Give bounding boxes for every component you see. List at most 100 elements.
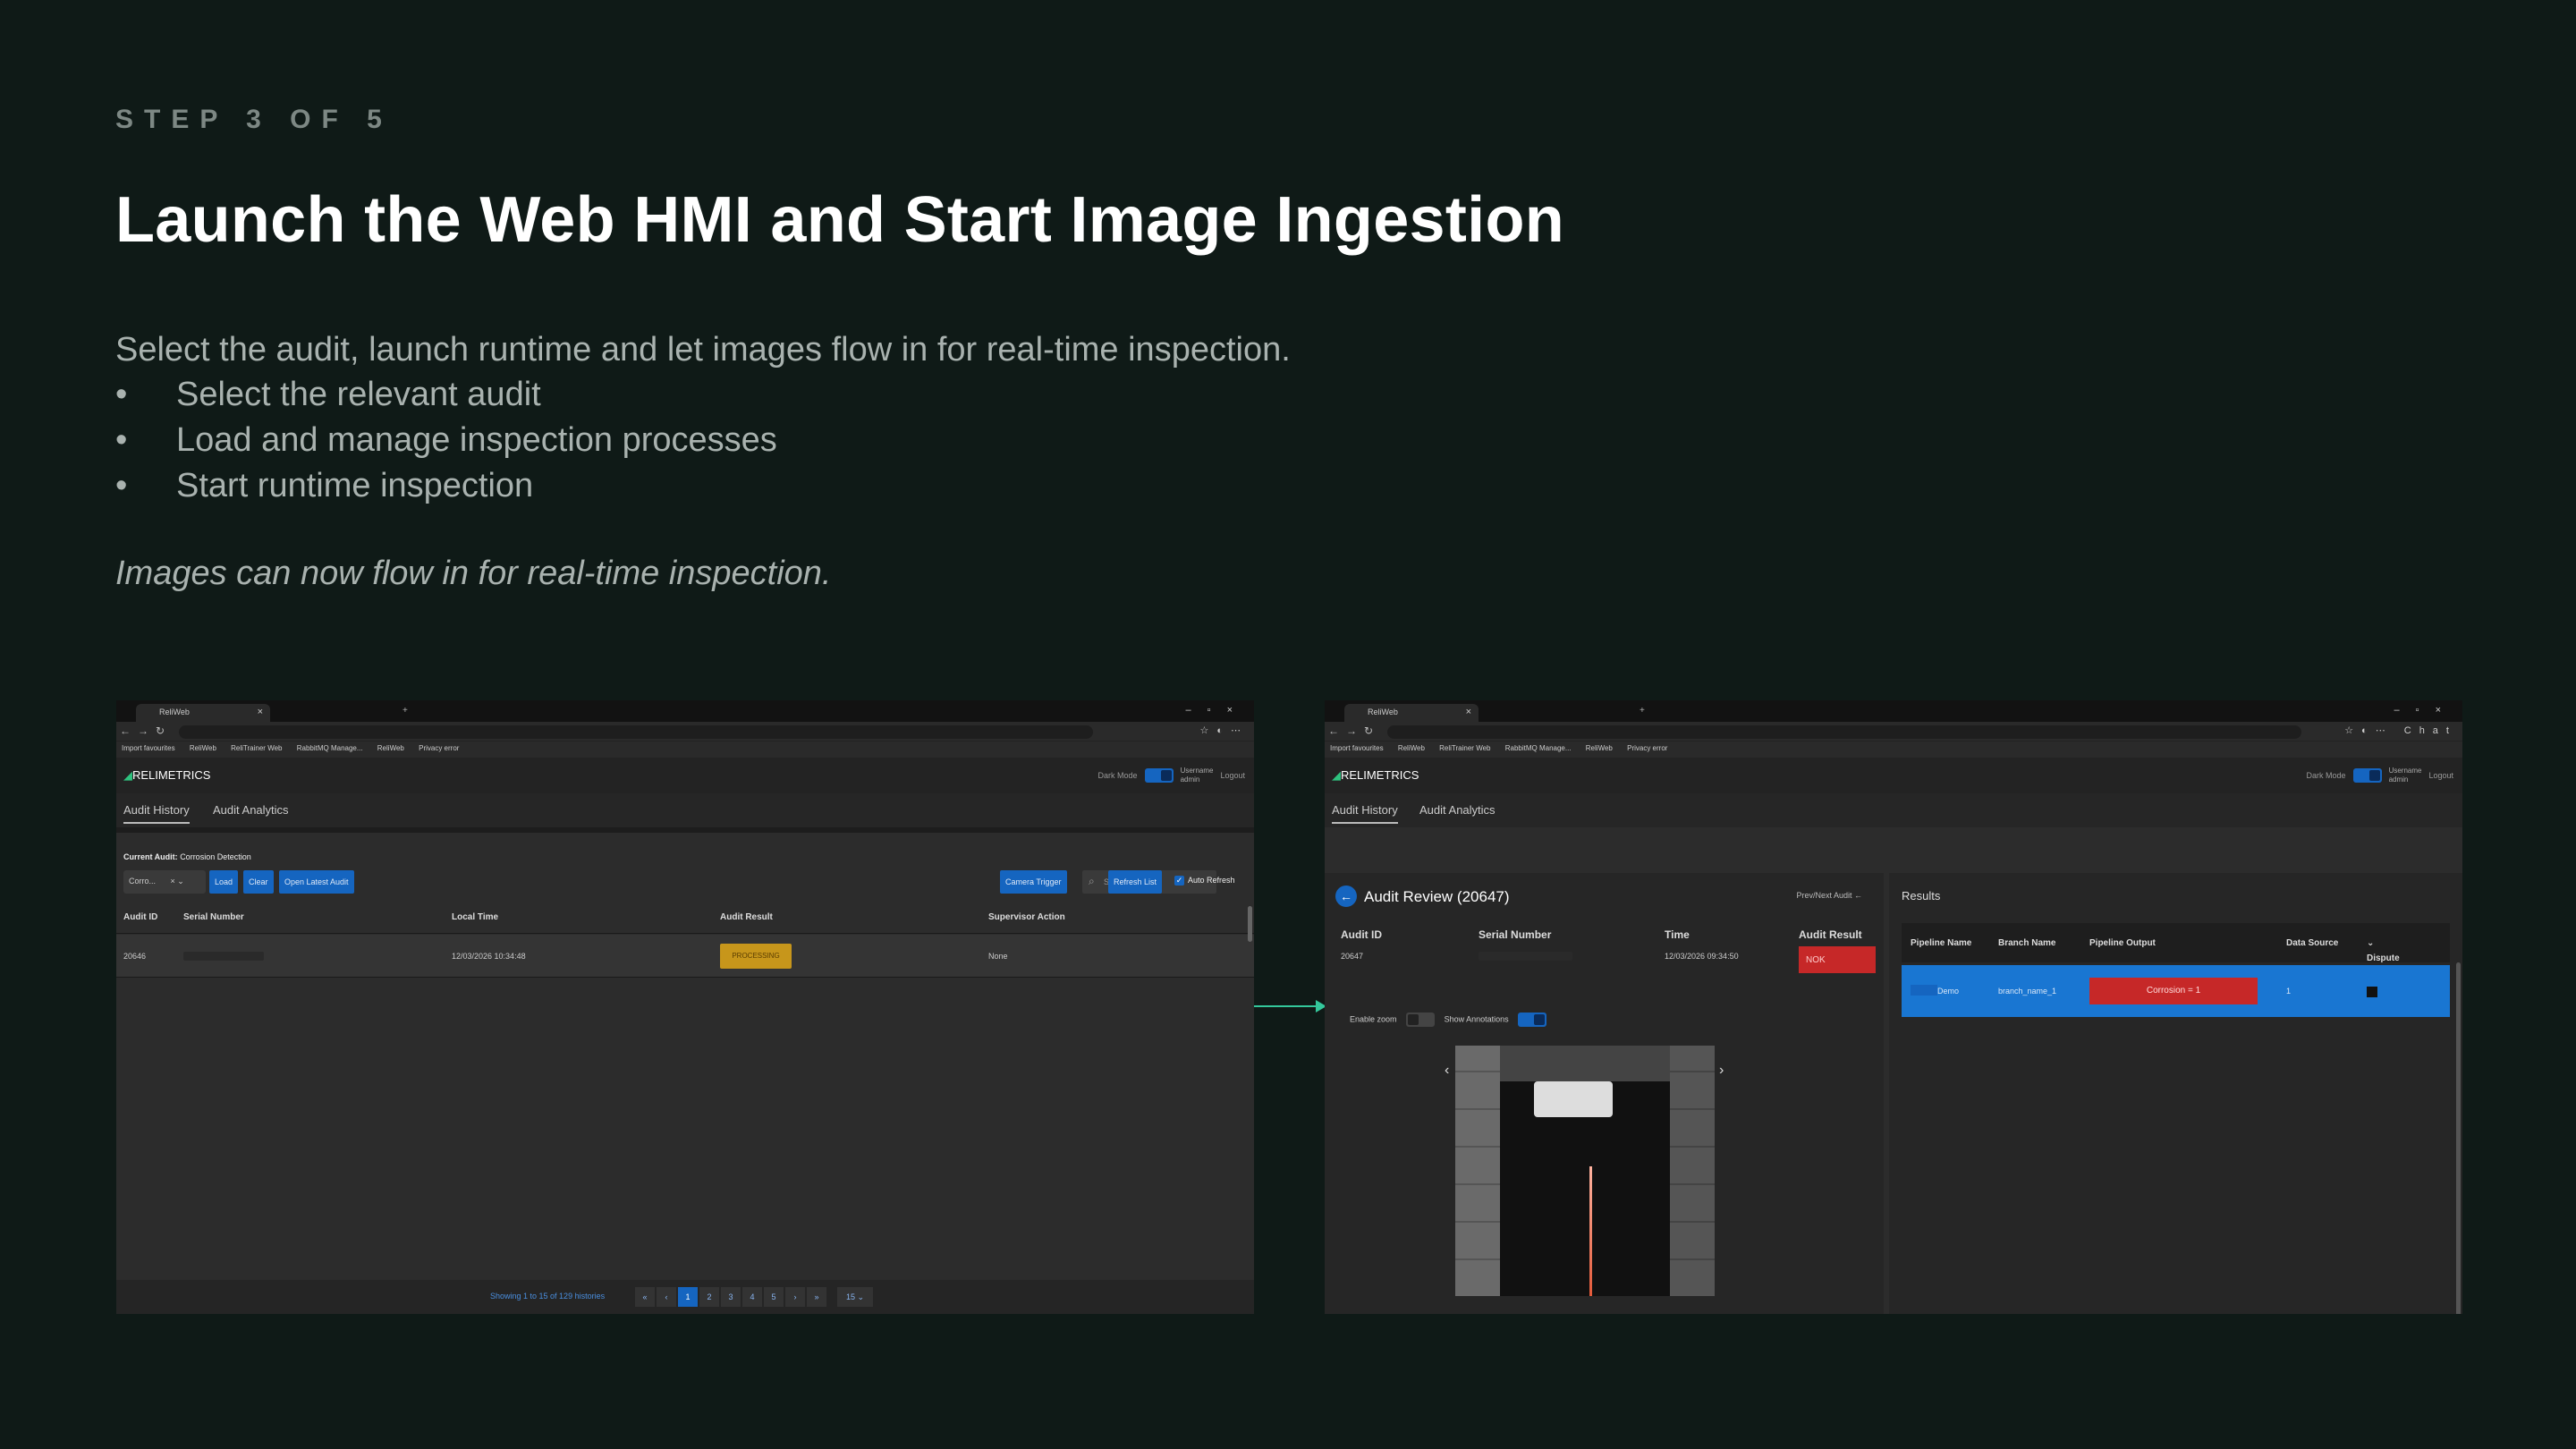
load-button[interactable]: Load — [209, 870, 239, 894]
close-tab-icon[interactable]: × — [258, 707, 263, 717]
last-page-icon[interactable]: » — [807, 1287, 826, 1307]
bullet-list: Select the relevant audit Load and manag… — [115, 376, 777, 513]
next-page-icon[interactable]: › — [785, 1287, 805, 1307]
logout-button[interactable]: Logout — [1220, 771, 1245, 780]
scrollbar[interactable] — [2456, 962, 2461, 1314]
enable-zoom-toggle[interactable] — [1406, 1013, 1436, 1027]
pipeline-color-chip — [1911, 985, 1937, 996]
prev-page-icon[interactable]: ‹ — [657, 1287, 676, 1307]
bookmark-item[interactable]: Privacy error — [1627, 744, 1667, 752]
bullet-item: Start runtime inspection — [115, 467, 777, 513]
browser-actions[interactable]: ☆◐⋯ — [1199, 724, 1249, 736]
relimetrics-logo: ◢RELIMETRICS — [123, 768, 211, 782]
relimetrics-logo: ◢RELIMETRICS — [1332, 768, 1419, 782]
audit-history-screenshot: ReliWeb × + –▫× ←→↻ ☆◐⋯ Import favourites… — [116, 700, 1254, 1314]
tab-audit-analytics[interactable]: Audit Analytics — [213, 803, 289, 817]
page-button[interactable]: 1 — [678, 1287, 698, 1307]
bookmark-item[interactable]: Privacy error — [419, 744, 459, 752]
image-controls: Enable zoom Show Annotations — [1350, 1013, 1547, 1027]
page-size-select[interactable]: 15 ⌄ — [837, 1287, 873, 1307]
cell-supervisor-action: None — [988, 952, 1008, 961]
prev-next-audit[interactable]: Prev/Next Audit ← — [1796, 891, 1862, 900]
label-part — [1534, 1081, 1613, 1117]
app-header: ◢RELIMETRICS Dark Mode Username admin Log… — [116, 758, 1254, 793]
tab-audit-history[interactable]: Audit History — [1332, 803, 1398, 824]
results-row[interactable]: Demo branch_name_1 Corrosion = 1 1 — [1902, 965, 2450, 1017]
col-serial-number[interactable]: Serial Number — [183, 912, 244, 922]
results-panel: Results Pipeline Name Branch Name Pipeli… — [1889, 873, 2462, 1314]
bookmark-item[interactable]: ReliTrainer Web — [1439, 744, 1490, 752]
slide-intro: Select the audit, launch runtime and let… — [115, 331, 1291, 369]
page-button[interactable]: 3 — [721, 1287, 741, 1307]
bookmark-bar: Import favourites ReliWeb ReliTrainer We… — [116, 741, 1254, 758]
col-local-time[interactable]: Local Time — [452, 912, 498, 922]
results-title: Results — [1902, 889, 1941, 902]
dark-mode-toggle[interactable] — [2352, 768, 2382, 783]
audit-review-panel: ← Audit Review (20647) Prev/Next Audit ←… — [1325, 873, 1884, 1314]
nav-buttons[interactable]: ←→↻ — [120, 724, 172, 737]
inspection-image[interactable] — [1455, 1046, 1715, 1296]
browser-tab-label: ReliWeb — [159, 708, 190, 716]
bookmark-item[interactable]: Import favourites — [122, 744, 175, 752]
audit-select[interactable]: Corro... × ⌄ — [123, 870, 206, 894]
bookmark-item[interactable]: ReliTrainer Web — [231, 744, 282, 752]
new-tab-icon[interactable]: + — [402, 706, 408, 716]
col-audit-id[interactable]: Audit ID — [123, 912, 157, 922]
slide-title: Launch the Web HMI and Start Image Inges… — [115, 184, 1565, 256]
col-dispute[interactable]: Dispute ⌄ — [2367, 938, 2400, 963]
dark-mode-toggle[interactable] — [1144, 768, 1174, 783]
bookmark-item[interactable]: ReliWeb — [1586, 744, 1613, 752]
prev-image-icon[interactable]: ‹ — [1445, 1063, 1449, 1079]
url-field[interactable] — [179, 725, 1093, 739]
browser-tab-label: ReliWeb — [1368, 708, 1398, 716]
user-info: Username admin — [2388, 767, 2422, 784]
cell-audit-id: 20646 — [123, 952, 147, 961]
clear-button[interactable]: Clear — [243, 870, 274, 894]
refresh-list-button[interactable]: Refresh List — [1108, 870, 1163, 894]
flow-arrow — [1254, 1000, 1326, 1013]
tab-audit-history[interactable]: Audit History — [123, 803, 190, 824]
page-button[interactable]: 5 — [764, 1287, 784, 1307]
nav-buttons[interactable]: ←→↻ — [1328, 724, 1380, 737]
next-image-icon[interactable]: › — [1719, 1063, 1724, 1079]
value-time: 12/03/2026 09:34:50 — [1665, 952, 1739, 961]
browser-tabbar: ReliWeb × + –▫× — [116, 700, 1254, 722]
back-arrow-icon[interactable]: ← — [1335, 886, 1357, 907]
history-table-header: Audit ID Serial Number Local Time Audit … — [116, 902, 1254, 934]
show-annotations-toggle[interactable] — [1518, 1013, 1547, 1027]
close-tab-icon[interactable]: × — [1466, 707, 1471, 717]
browser-tab[interactable]: ReliWeb × — [1344, 704, 1479, 722]
logout-button[interactable]: Logout — [2428, 771, 2453, 780]
auto-refresh-checkbox[interactable]: ✓ Auto Refresh — [1174, 876, 1235, 886]
page-button[interactable]: 2 — [699, 1287, 719, 1307]
tab-audit-analytics[interactable]: Audit Analytics — [1419, 803, 1496, 817]
table-row[interactable]: 20646 12/03/2026 10:34:48 PROCESSING Non… — [116, 935, 1254, 978]
browser-actions[interactable]: ☆◐⋯ Chat — [2344, 724, 2457, 736]
bookmark-item[interactable]: ReliWeb — [377, 744, 404, 752]
browser-tab[interactable]: ReliWeb × — [136, 704, 270, 722]
col-branch-name: Branch Name — [1998, 938, 2056, 948]
bookmark-item[interactable]: ReliWeb — [190, 744, 216, 752]
bookmark-item[interactable]: Import favourites — [1330, 744, 1384, 752]
first-page-icon[interactable]: « — [635, 1287, 655, 1307]
label-audit-result: Audit Result — [1799, 928, 1862, 941]
bookmark-item[interactable]: ReliWeb — [1398, 744, 1425, 752]
bookmark-item[interactable]: RabbitMQ Manage... — [297, 744, 363, 752]
scrollbar[interactable] — [1248, 906, 1252, 942]
col-supervisor-action[interactable]: Supervisor Action — [988, 912, 1065, 922]
window-controls[interactable]: –▫× — [2394, 705, 2457, 716]
window-controls[interactable]: –▫× — [1186, 705, 1249, 716]
new-tab-icon[interactable]: + — [1640, 706, 1645, 716]
cell-branch-name: branch_name_1 — [1998, 987, 2057, 996]
bookmark-item[interactable]: RabbitMQ Manage... — [1505, 744, 1572, 752]
url-field[interactable] — [1387, 725, 2301, 739]
col-audit-result[interactable]: Audit Result — [720, 912, 773, 922]
camera-trigger-button[interactable]: Camera Trigger — [1000, 870, 1067, 894]
dispute-checkbox[interactable] — [2367, 987, 2377, 997]
open-latest-audit-button[interactable]: Open Latest Audit — [279, 870, 354, 894]
cell-pipeline-name: Demo — [1937, 987, 1960, 996]
pagination: Showing 1 to 15 of 129 histories « ‹ 1 2… — [116, 1280, 1254, 1314]
dark-mode-label: Dark Mode — [1097, 771, 1138, 780]
page-button[interactable]: 4 — [742, 1287, 762, 1307]
label-time: Time — [1665, 928, 1690, 941]
